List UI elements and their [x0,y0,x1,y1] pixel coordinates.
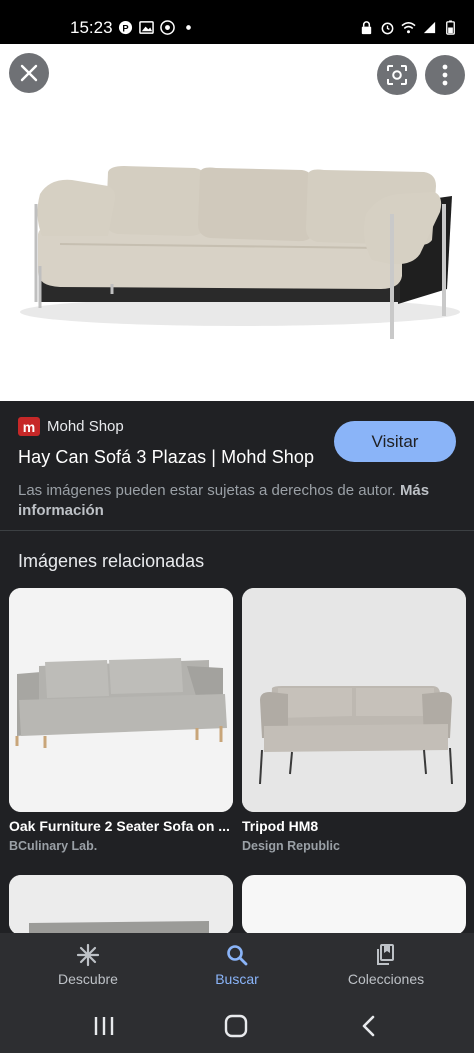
related-card-1-source: BCulinary Lab. [9,839,98,853]
sofa-thumbnail [9,875,233,935]
battery-icon [446,20,455,35]
hero-image[interactable] [0,44,474,401]
source-name[interactable]: Mohd Shop [47,418,124,435]
dot-icon [186,25,191,30]
home-icon[interactable] [223,1014,249,1038]
related-card-2-caption[interactable]: Tripod HM8 [242,818,466,834]
alarm-icon [381,22,394,35]
close-button[interactable] [9,53,49,93]
lens-icon [387,65,407,85]
source-logo: m [18,417,40,436]
nav-buscar[interactable]: Buscar [158,933,316,999]
copyright-notice: Las imágenes pueden estar sujetas a dere… [18,481,458,521]
search-icon [227,945,248,966]
visit-button[interactable]: Visitar [334,421,456,462]
related-card-2-source: Design Republic [242,839,340,853]
nav-label: Buscar [215,971,259,987]
related-heading: Imágenes relacionadas [18,551,205,571]
nav-colecciones[interactable]: Colecciones [307,933,465,999]
related-card-4[interactable] [242,875,466,935]
lock-icon [361,21,372,35]
related-card-3[interactable] [9,875,233,935]
system-nav-bar [0,999,474,1053]
status-time: 15:23 [70,18,113,37]
nav-label: Colecciones [347,971,425,987]
wifi-icon [401,22,416,34]
back-icon[interactable] [357,1014,383,1038]
close-icon [20,64,38,82]
sofa-thumbnail [9,588,233,812]
lens-button[interactable] [377,55,417,95]
signal-icon [423,21,436,34]
result-info: m Mohd Shop Hay Can Sofá 3 Plazas | Mohd… [0,401,474,530]
nav-descubre[interactable]: Descubre [9,933,167,999]
pinterest-icon: P [118,20,133,35]
sofa-thumbnail [242,588,466,812]
related-card-1[interactable] [9,588,233,812]
sofa-image [20,166,460,339]
result-title[interactable]: Hay Can Sofá 3 Plazas | Mohd Shop [18,447,314,468]
asterisk-icon [76,943,100,967]
source-row[interactable]: m Mohd Shop [18,417,124,436]
copyright-text: Las imágenes pueden estar sujetas a dere… [18,482,396,499]
collections-icon [377,944,394,965]
svg-text:P: P [122,23,128,33]
status-bar: 15:23 P [0,0,474,44]
nav-label: Descubre [58,971,118,987]
bottom-nav: Descubre Buscar Colecciones [0,933,474,999]
chrome-icon [160,20,175,35]
related-card-2[interactable] [242,588,466,812]
gallery-icon [139,21,154,34]
related-card-1-caption[interactable]: Oak Furniture 2 Seater Sofa on ... [9,818,233,834]
more-vert-icon [442,64,448,86]
divider [0,530,474,531]
more-options-button[interactable] [425,55,465,95]
recent-apps-icon[interactable] [91,1014,117,1038]
